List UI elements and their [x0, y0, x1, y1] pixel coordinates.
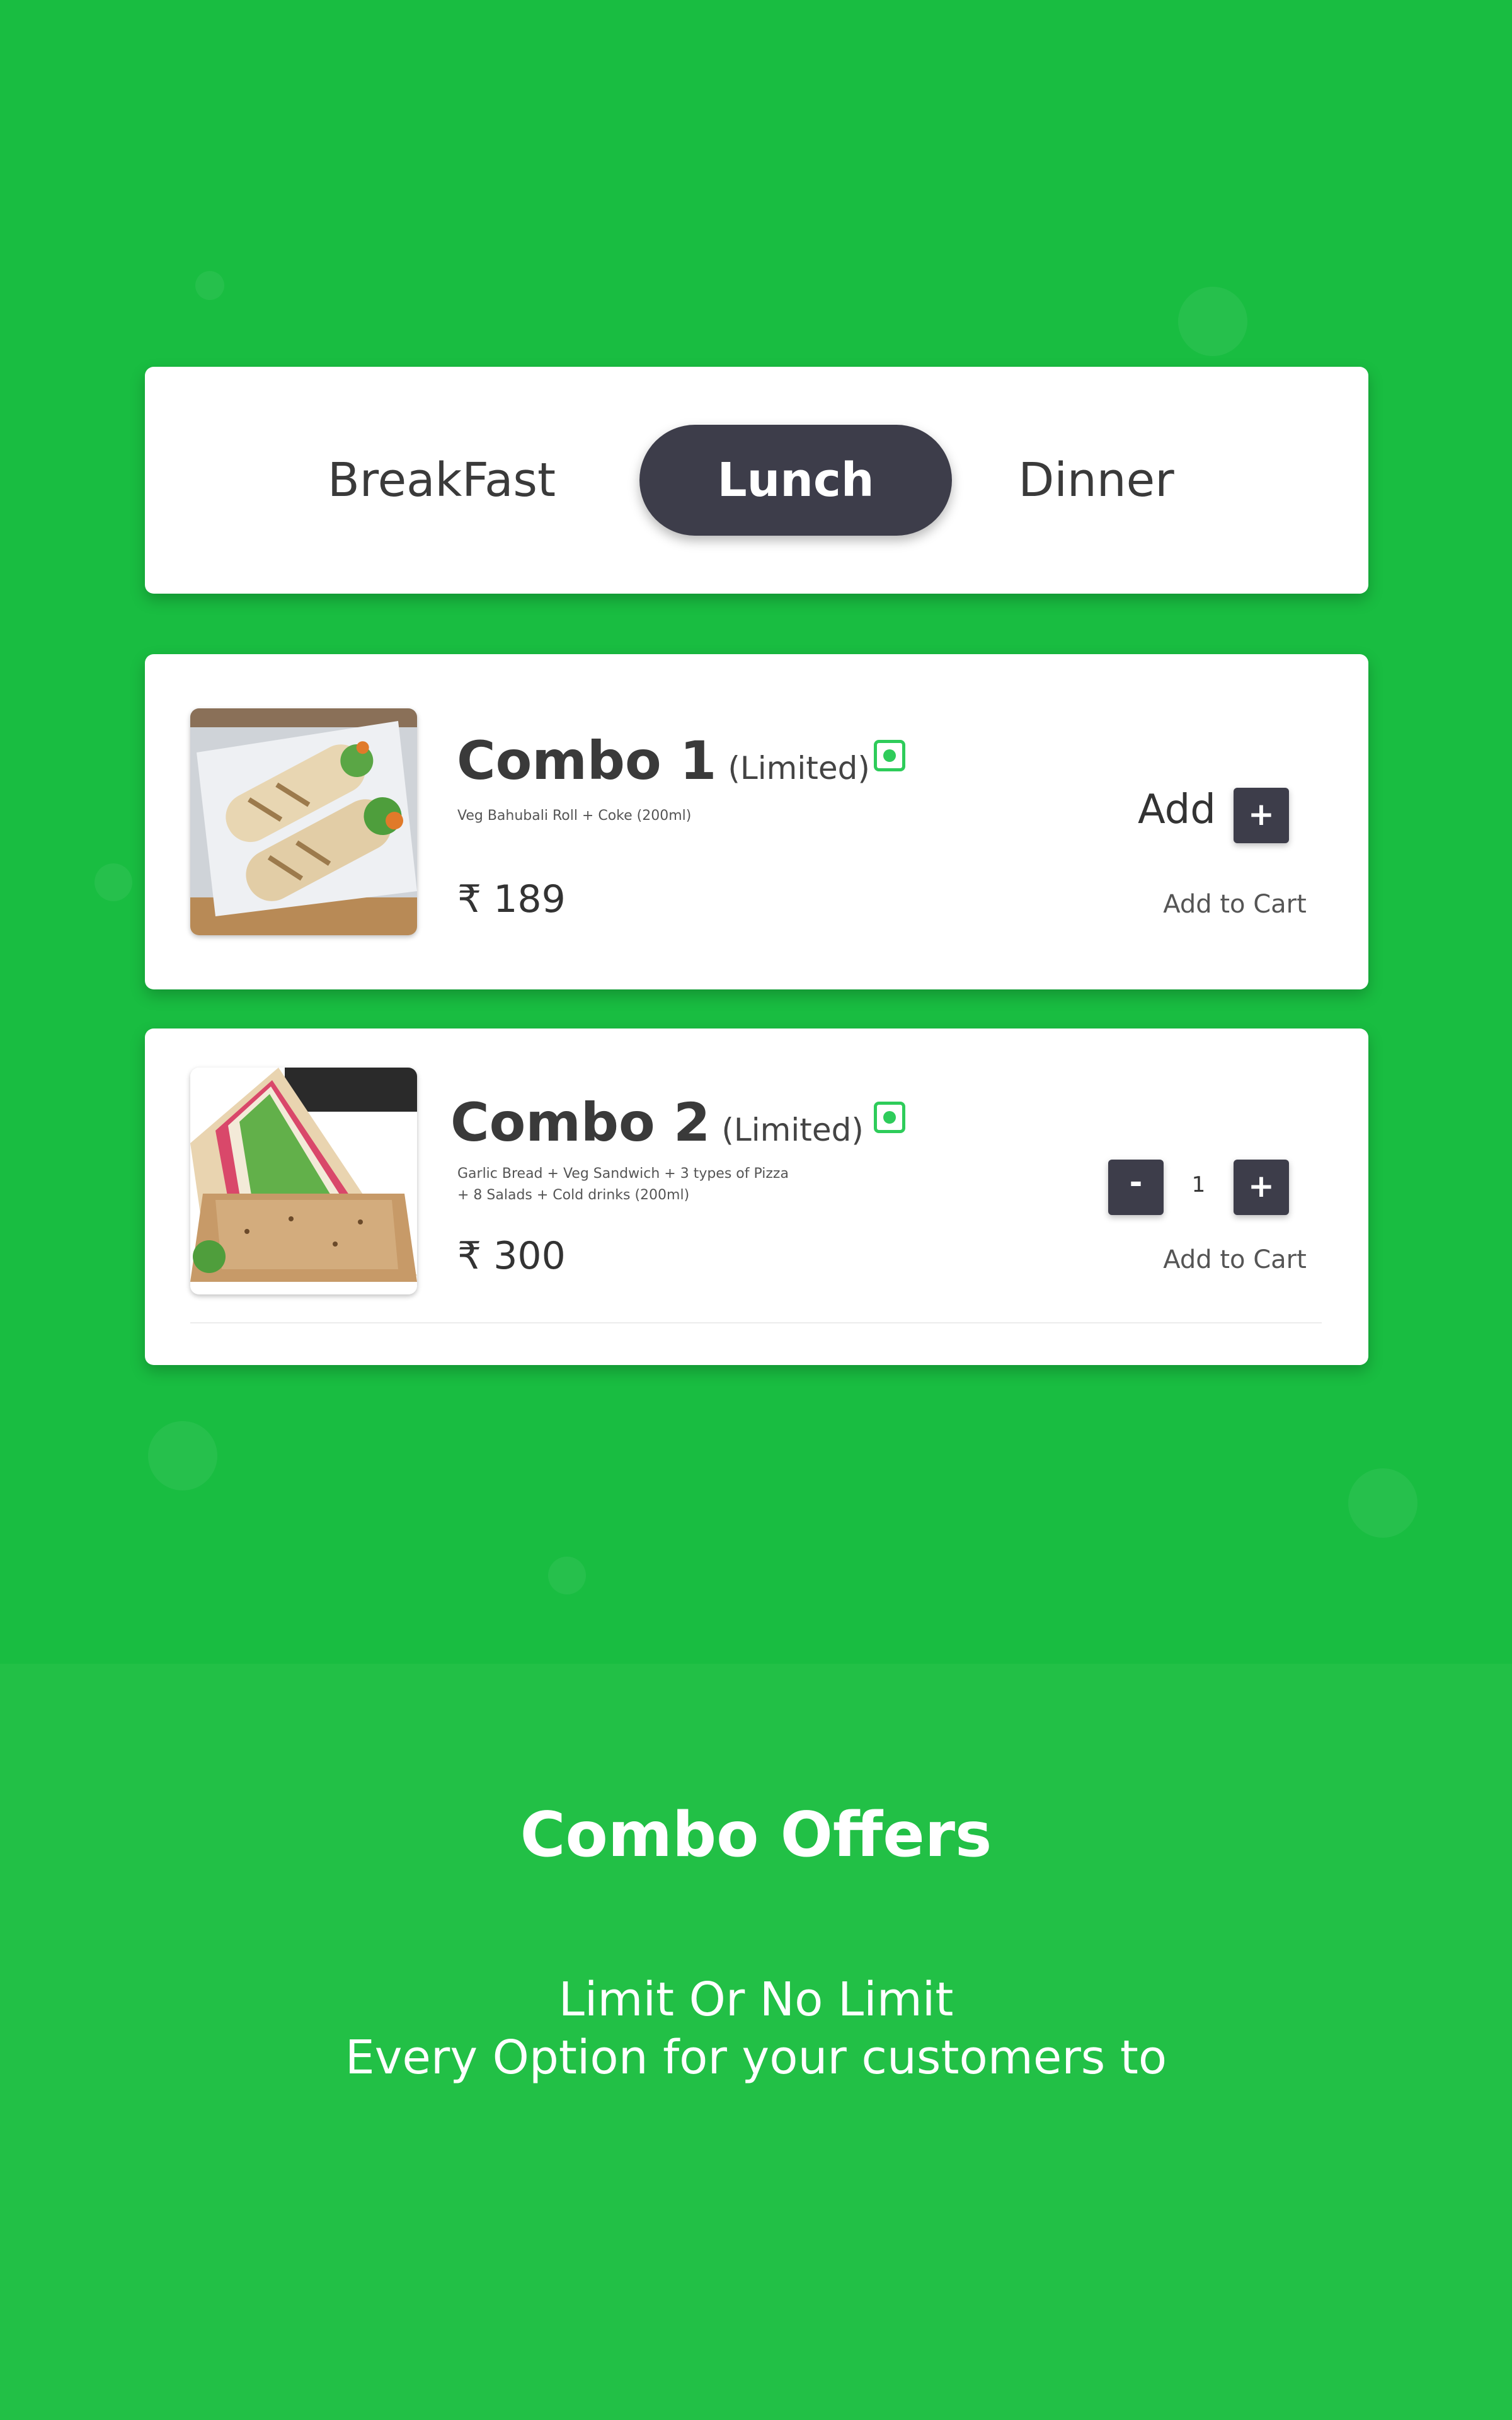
add-label: Add: [1138, 786, 1216, 833]
decorative-bubble: [548, 1557, 586, 1594]
decorative-bubble: [1178, 287, 1247, 356]
plus-button[interactable]: +: [1234, 788, 1289, 843]
section-subtitle-line2: Every Option for your customers to: [345, 2031, 1167, 2085]
combo-2-description-line2: + 8 Salads + Cold drinks (200ml): [457, 1187, 690, 1203]
section-title: Combo Offers: [520, 1799, 992, 1871]
sandwich-image: [190, 1068, 417, 1294]
combo-1-description: Veg Bahubali Roll + Coke (200ml): [457, 808, 692, 824]
add-to-cart-button[interactable]: Add to Cart: [1153, 890, 1317, 919]
combo-1-title: Combo 1 (Limited): [457, 730, 905, 792]
combo-2-description-line1: Garlic Bread + Veg Sandwich + 3 types of…: [457, 1166, 789, 1182]
combo-1-price: ₹ 189: [457, 877, 566, 921]
tab-dinner[interactable]: Dinner: [995, 425, 1197, 536]
decorative-bubble: [1348, 1468, 1418, 1538]
combo-1-limited-tag: (Limited): [728, 750, 870, 786]
veg-mark-icon: [873, 740, 905, 771]
veg-mark-icon: [873, 1102, 905, 1133]
sandwich-photo: [190, 1068, 417, 1294]
tab-breakfast[interactable]: BreakFast: [328, 425, 556, 536]
decorative-bubble: [148, 1421, 217, 1490]
combo-2-title: Combo 2 (Limited): [450, 1092, 905, 1153]
combo-1-name: Combo 1: [457, 730, 717, 792]
plus-button[interactable]: +: [1234, 1160, 1289, 1215]
combo-2-limited-tag: (Limited): [721, 1112, 864, 1148]
section-subtitle-line1: Limit Or No Limit: [558, 1973, 954, 2027]
combo-2-description: Garlic Bread + Veg Sandwich + 3 types of…: [457, 1163, 810, 1206]
combo-card-2: Combo 2 (Limited) Garlic Bread + Veg Sand…: [145, 1028, 1368, 1365]
combo-2-name: Combo 2: [450, 1092, 711, 1153]
quantity-value: 1: [1191, 1172, 1206, 1197]
card-divider: [190, 1322, 1322, 1323]
combo-2-price: ₹ 300: [457, 1234, 566, 1278]
meal-tabs: BreakFast Lunch Dinner: [145, 367, 1368, 594]
combo-card-1: Combo 1 (Limited) Veg Bahubali Roll + Cok…: [145, 654, 1368, 989]
decorative-bubble: [94, 863, 132, 901]
minus-button[interactable]: -: [1108, 1160, 1164, 1215]
decorative-bubble: [195, 271, 224, 300]
wrap-roll-image: [190, 708, 417, 935]
wrap-roll-photo: [190, 708, 417, 935]
add-to-cart-button[interactable]: Add to Cart: [1153, 1245, 1317, 1274]
tab-lunch[interactable]: Lunch: [639, 425, 952, 536]
